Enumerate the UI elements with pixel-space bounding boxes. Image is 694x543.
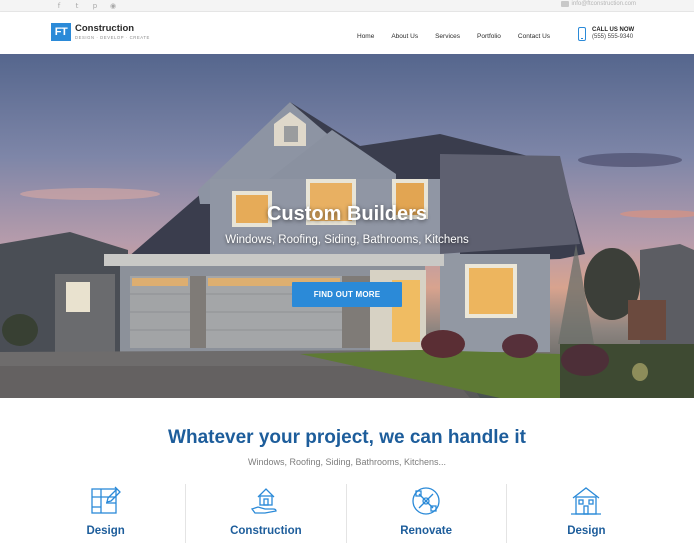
blueprint-icon (90, 486, 121, 514)
hero-house-image (0, 102, 694, 398)
service-renovate[interactable]: Renovate (345, 484, 506, 543)
hero-title: Custom Builders (266, 203, 428, 225)
nav-home[interactable]: Home (357, 33, 374, 40)
section-subtitle: Windows, Roofing, Siding, Bathrooms, Kit… (247, 457, 447, 467)
phone-number: (555) 555-9340 (592, 34, 634, 41)
hand-house-icon (250, 488, 277, 514)
twitter-icon[interactable]: t (72, 1, 82, 11)
service-design-building[interactable]: Design (505, 484, 666, 543)
hero-banner: Custom Builders Windows, Roofing, Siding… (0, 54, 694, 398)
nav-contact-us[interactable]: Contact Us (518, 33, 550, 40)
top-utility-bar: f t p ◉ info@ftconstruction.com (0, 0, 694, 12)
find-out-more-button[interactable]: FIND OUT MORE (292, 282, 402, 307)
pinterest-icon[interactable]: p (90, 1, 100, 11)
section-title: Whatever your project, we can handle it (168, 427, 526, 448)
building-icon (571, 487, 602, 515)
tools-icon (412, 487, 440, 515)
facebook-icon[interactable]: f (54, 1, 64, 11)
envelope-icon (560, 1, 569, 7)
service-label: Renovate (400, 525, 453, 537)
nav-about-us[interactable]: About Us (391, 33, 418, 40)
services-row: Design Construction Renovate Design (26, 484, 666, 543)
social-links: f t p ◉ (54, 1, 118, 11)
service-label: Construction (230, 525, 302, 537)
top-email-text: info@ftconstruction.com (571, 1, 636, 7)
top-email[interactable]: info@ftconstruction.com (560, 1, 636, 7)
service-label: Design (86, 525, 125, 537)
site-header: FT Construction DESIGN · DEVELOP · CREAT… (0, 12, 694, 54)
service-construction[interactable]: Construction (185, 484, 345, 543)
main-nav: Home About Us Services Portfolio Contact… (357, 33, 567, 40)
service-label: Design (567, 525, 606, 537)
logo-tagline: DESIGN · DEVELOP · CREATE (75, 34, 150, 40)
call-label: CALL US NOW (592, 27, 635, 33)
site-logo[interactable]: FT Construction DESIGN · DEVELOP · CREAT… (51, 23, 150, 41)
nav-services[interactable]: Services (435, 33, 460, 40)
logo-name: Construction (75, 23, 135, 35)
hero-subtitle: Windows, Roofing, Siding, Bathrooms, Kit… (225, 234, 469, 246)
rss-icon[interactable]: ◉ (108, 1, 118, 11)
logo-mark: FT (51, 23, 71, 41)
nav-portfolio[interactable]: Portfolio (477, 33, 501, 40)
phone-icon (578, 27, 586, 42)
service-design[interactable]: Design (26, 484, 185, 543)
call-us[interactable]: CALL US NOW (555) 555-9340 (578, 27, 635, 42)
